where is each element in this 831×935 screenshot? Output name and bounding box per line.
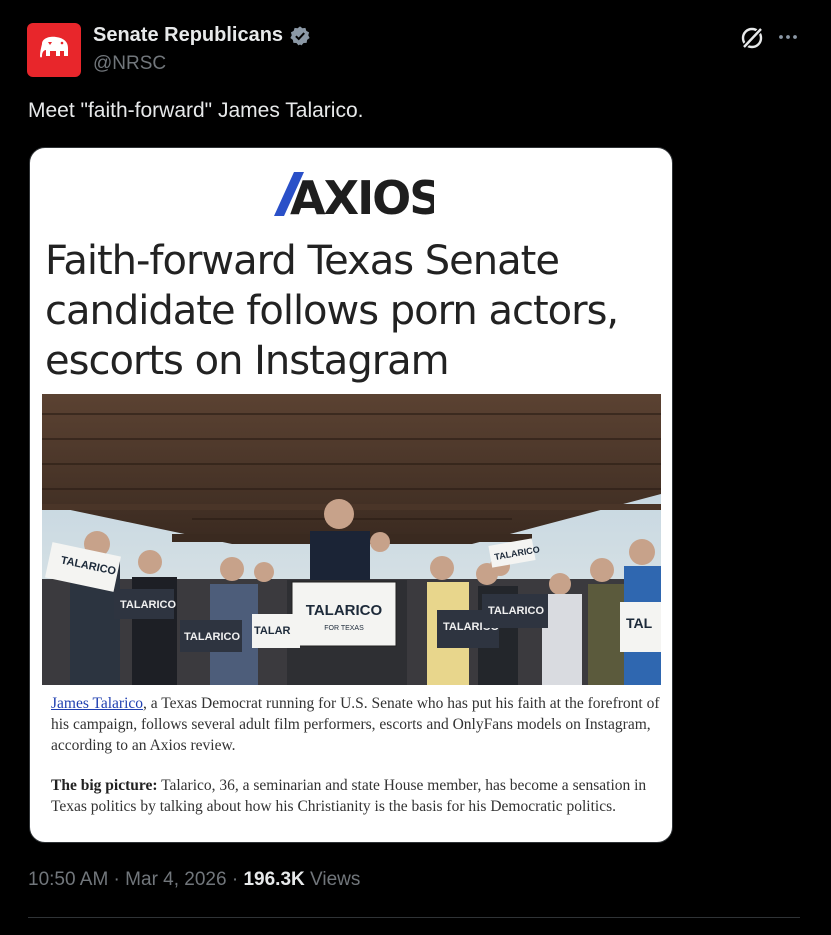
post-meta: 10:50 AM · Mar 4, 2026 · 196.3K Views bbox=[28, 869, 360, 891]
media-card[interactable]: AXIOS Faith-forward Texas Senate candida… bbox=[29, 147, 673, 843]
more-icon[interactable] bbox=[777, 26, 799, 48]
article-caption: James Talarico, a Texas Democrat running… bbox=[51, 693, 663, 756]
post-time[interactable]: 10:50 AM bbox=[28, 869, 108, 890]
podium-sign-subtext: FOR TEXAS bbox=[324, 625, 364, 632]
meta-separator: · bbox=[226, 869, 244, 890]
verified-badge-icon bbox=[290, 25, 310, 45]
author-handle[interactable]: @NRSC bbox=[93, 53, 166, 75]
article-bigpicture: The big picture: Talarico, 36, a seminar… bbox=[51, 775, 663, 817]
crowd-sign-text: TAL bbox=[626, 615, 653, 631]
caption-text: , a Texas Democrat running for U.S. Sena… bbox=[51, 695, 660, 754]
elephant-icon bbox=[40, 36, 68, 58]
grok-icon[interactable] bbox=[739, 25, 765, 51]
axios-logo-text: AXIOS bbox=[290, 171, 434, 218]
post: Senate Republicans @NRSC Meet "faith-for… bbox=[0, 0, 831, 935]
bigpicture-label: The big picture: bbox=[51, 777, 158, 794]
podium-sign-text: TALARICO bbox=[306, 602, 383, 619]
post-date[interactable]: Mar 4, 2026 bbox=[125, 869, 226, 890]
author-name-row[interactable]: Senate Republicans bbox=[93, 24, 311, 47]
ellipsis-icon bbox=[779, 35, 797, 39]
views-count: 196.3K bbox=[243, 869, 305, 890]
author-name[interactable]: Senate Republicans bbox=[93, 24, 283, 47]
divider bbox=[28, 917, 800, 918]
avatar[interactable] bbox=[27, 23, 81, 77]
crowd-sign-text: TALARICO bbox=[120, 599, 176, 611]
article-photo: TALARICO FOR TEXAS TALARICO TALARICO TAL… bbox=[42, 394, 661, 685]
crowd-sign-text: TALAR bbox=[254, 625, 291, 637]
article-headline: Faith-forward Texas Senate candidate fol… bbox=[45, 238, 619, 384]
post-text: Meet "faith-forward" James Talarico. bbox=[28, 99, 364, 122]
rally-photo: TALARICO FOR TEXAS TALARICO TALARICO TAL… bbox=[42, 394, 661, 685]
meta-separator: · bbox=[108, 869, 126, 890]
crowd-sign-text: TALARICO bbox=[184, 631, 240, 643]
crowd-sign-text: TALARICO bbox=[488, 605, 544, 617]
views-label: Views bbox=[304, 869, 361, 890]
axios-logo: AXIOS bbox=[274, 171, 434, 218]
caption-link[interactable]: James Talarico bbox=[51, 695, 143, 712]
